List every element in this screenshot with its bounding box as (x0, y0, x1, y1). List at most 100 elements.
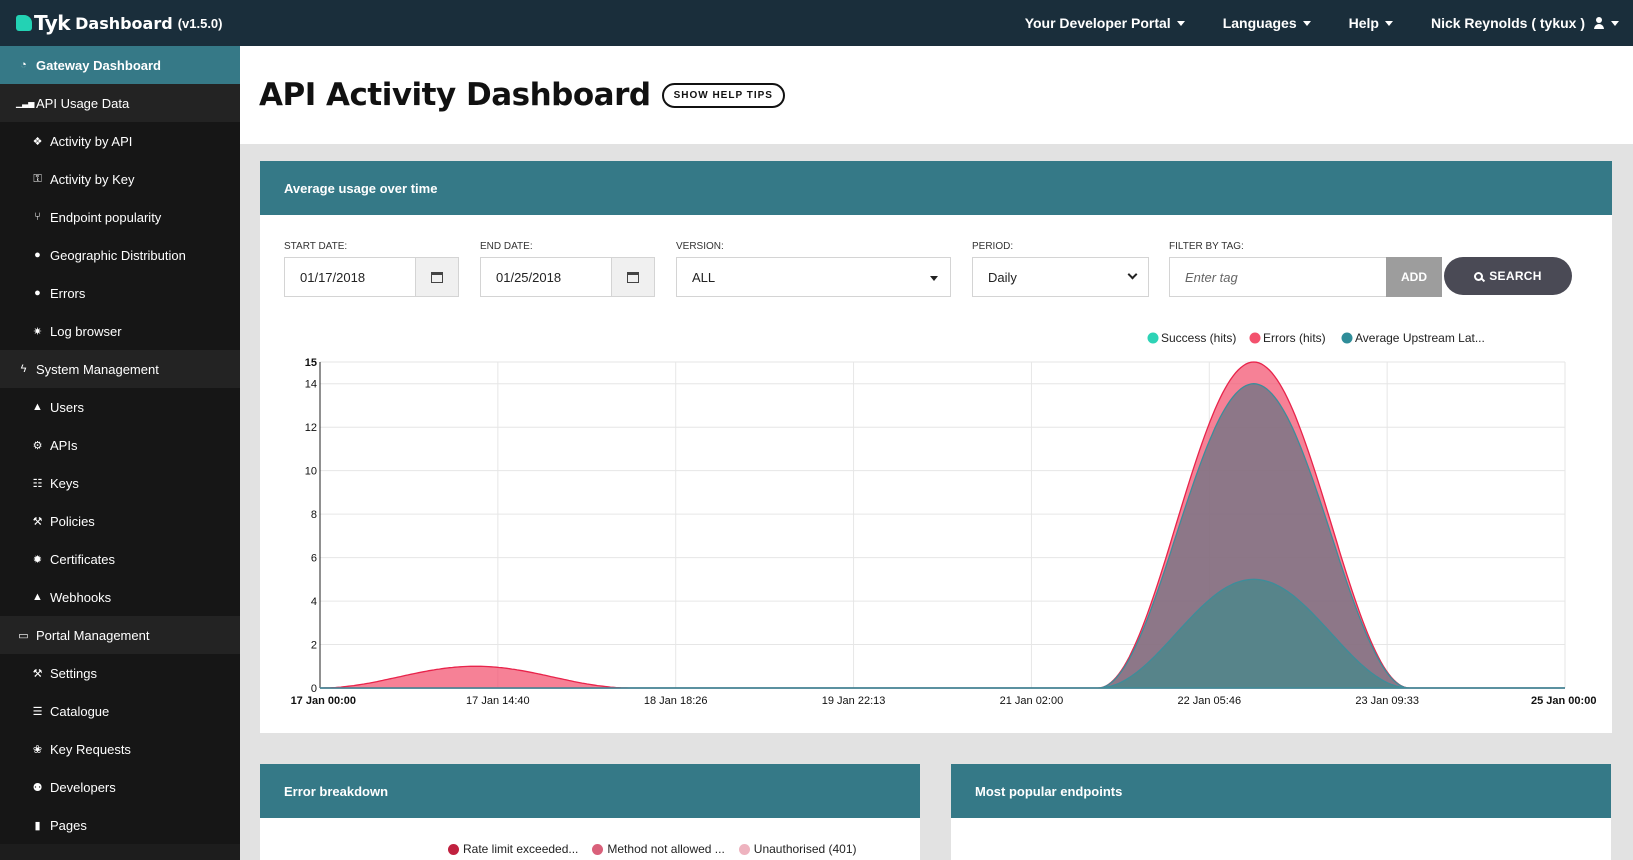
error-legend-label: Unauthorised (401) (753, 842, 857, 856)
y-tick-label: 2 (311, 640, 317, 652)
y-tick-label: 14 (305, 379, 317, 391)
y-tick-label: 10 (305, 466, 317, 478)
show-help-tips-button[interactable]: SHOW HELP TIPS (661, 82, 785, 108)
chart-legend-label[interactable]: Average Upstream Lat... (1355, 331, 1485, 345)
developer-portal-menu[interactable]: Your Developer Portal (1025, 15, 1185, 31)
page-header: API Activity Dashboard SHOW HELP TIPS (240, 46, 1633, 144)
sidebar-item-gateway-dashboard[interactable]: ◔ Gateway Dashboard (0, 46, 240, 84)
calendar-icon (627, 271, 639, 283)
sidebar-item-users[interactable]: ▲ Users (0, 388, 240, 426)
main-content: API Activity Dashboard SHOW HELP TIPS Av… (240, 46, 1633, 860)
x-tick-label: 18 Jan 18:26 (644, 695, 708, 707)
search-button[interactable]: SEARCH (1444, 257, 1572, 295)
error-breakdown-panel: Error breakdown Rate limit exceeded... Me… (260, 764, 920, 860)
period-select[interactable]: Daily (972, 257, 1149, 297)
sidebar-item-system-management[interactable]: ϟ System Management (0, 350, 240, 388)
chart-legend-label[interactable]: Errors (hits) (1263, 331, 1326, 345)
sidebar-item-pages[interactable]: ▮ Pages (0, 806, 240, 844)
dashboard-icon: ◔ (20, 59, 27, 71)
x-tick-label: 23 Jan 09:33 (1355, 695, 1419, 707)
sidebar-item-certificates[interactable]: ✹ Certificates (0, 540, 240, 578)
certificate-icon: ✹ (32, 553, 43, 566)
filter-tag-input[interactable]: Enter tag (1169, 257, 1387, 297)
list-icon: ☰ (32, 705, 43, 718)
sidebar-item-label: Key Requests (50, 741, 131, 757)
legend-dot-icon (1147, 332, 1159, 344)
version-value: ALL (692, 269, 716, 285)
sidebar-item-label: Endpoint popularity (50, 209, 162, 225)
sidebar-item-webhooks[interactable]: ▲ Webhooks (0, 578, 240, 616)
sidebar-item-label: Log browser (50, 323, 122, 339)
error-legend-item[interactable]: Method not allowed ... (592, 842, 725, 856)
user-menu[interactable]: Nick Reynolds ( tykux ) (1431, 15, 1619, 31)
sidebar-item-apis[interactable]: ⚙ APIs (0, 426, 240, 464)
y-tick-label: 0 (311, 683, 317, 695)
legend-dot-icon (592, 843, 604, 855)
sidebar-item-label: Certificates (50, 551, 116, 567)
usage-panel: Average usage over time START DATE: 01/1… (260, 161, 1612, 733)
sidebar-item-log-browser[interactable]: ✷ Log browser (0, 312, 240, 350)
code-fork-icon: ⑂ (34, 211, 41, 223)
calendar-icon (431, 271, 443, 283)
caret-down-icon (1302, 20, 1311, 26)
sidebar-item-developers[interactable]: ⚉ Developers (0, 768, 240, 806)
sidebar-item-label: Keys (50, 475, 79, 491)
error-legend-item[interactable]: Rate limit exceeded... (448, 842, 578, 856)
end-date-input[interactable]: 01/25/2018 (480, 257, 612, 297)
help-label: Help (1348, 15, 1379, 31)
sidebar-item-activity-by-key[interactable]: ⚿ Activity by Key (0, 160, 240, 198)
sidebar-item-portal-management[interactable]: ▭ Portal Management (0, 616, 240, 654)
x-tick-label: 22 Jan 05:46 (1177, 695, 1241, 707)
user-name: Nick Reynolds ( tykux ) (1430, 15, 1585, 31)
y-tick-label: 6 (311, 553, 317, 565)
usage-area-chart: 0 2 4 6 8 10 12 14 15 17 Jan 00:00 17 Jan 14:40 18 … (291, 331, 1597, 707)
book-icon: ▮ (34, 819, 41, 832)
chart-legend-label[interactable]: Success (hits) (1161, 331, 1236, 345)
sidebar-item-geographic-distribution[interactable]: ● Geographic Distribution (0, 236, 240, 274)
sidebar-item-activity-by-api[interactable]: ❖ Activity by API (0, 122, 240, 160)
sidebar-item-label: Pages (50, 817, 87, 833)
sidebar-item-label: Developers (50, 779, 116, 795)
top-navbar: Tyk Dashboard (v1.5.0) Your Developer Po… (0, 0, 1633, 46)
brand-name: Tyk (34, 11, 71, 35)
sidebar-item-keys[interactable]: ☷ Keys (0, 464, 240, 502)
languages-menu[interactable]: Languages (1223, 15, 1311, 31)
sidebar-item-label: Users (50, 399, 84, 415)
legend-dot-icon (448, 843, 459, 855)
brand-logo[interactable]: Tyk Dashboard (v1.5.0) (0, 11, 223, 35)
version-select[interactable]: ALL (676, 257, 951, 297)
y-tick-label: 15 (305, 357, 317, 369)
sidebar-item-label: Errors (50, 285, 86, 301)
users-icon: ⚉ (32, 781, 43, 794)
start-date-calendar-button[interactable] (415, 257, 459, 297)
sidebar-item-errors[interactable]: ● Errors (0, 274, 240, 312)
popular-endpoints-title: Most popular endpoints (951, 764, 1611, 818)
y-tick-label: 12 (305, 422, 317, 434)
version-label: VERSION: (676, 241, 724, 252)
cubes-icon: ❖ (32, 135, 43, 148)
cogs-icon: ⚙ (32, 439, 43, 452)
sidebar-item-settings[interactable]: ⚒ Settings (0, 654, 240, 692)
page-title: API Activity Dashboard (259, 77, 651, 113)
period-value: Daily (988, 269, 1017, 285)
sidebar-item-catalogue[interactable]: ☰ Catalogue (0, 692, 240, 730)
filter-bar: START DATE: 01/17/2018 END DATE: 01/25/2… (284, 241, 1574, 301)
sidebar-item-label: Policies (50, 513, 95, 529)
legend-dot-icon (738, 843, 750, 855)
sidebar-item-endpoint-popularity[interactable]: ⑂ Endpoint popularity (0, 198, 240, 236)
sidebar-item-api-usage-data[interactable]: ▁▃▅ API Usage Data (0, 84, 240, 122)
sidebar-item-label: Catalogue (50, 703, 110, 719)
help-menu[interactable]: Help (1349, 15, 1393, 31)
error-legend-item[interactable]: Unauthorised (401) (738, 842, 857, 856)
end-date-calendar-button[interactable] (611, 257, 655, 297)
gavel-icon: ⚒ (32, 515, 43, 528)
error-breakdown-title: Error breakdown (260, 764, 920, 818)
sidebar-item-label: System Management (36, 361, 159, 377)
start-date-input[interactable]: 01/17/2018 (284, 257, 416, 297)
x-tick-label: 17 Jan 14:40 (466, 695, 530, 707)
legend-dot-icon (1341, 332, 1353, 344)
sidebar-item-policies[interactable]: ⚒ Policies (0, 502, 240, 540)
add-tag-button[interactable]: ADD (1386, 257, 1442, 297)
user-icon: ▲ (32, 401, 43, 413)
sidebar-item-key-requests[interactable]: ❀ Key Requests (0, 730, 240, 768)
